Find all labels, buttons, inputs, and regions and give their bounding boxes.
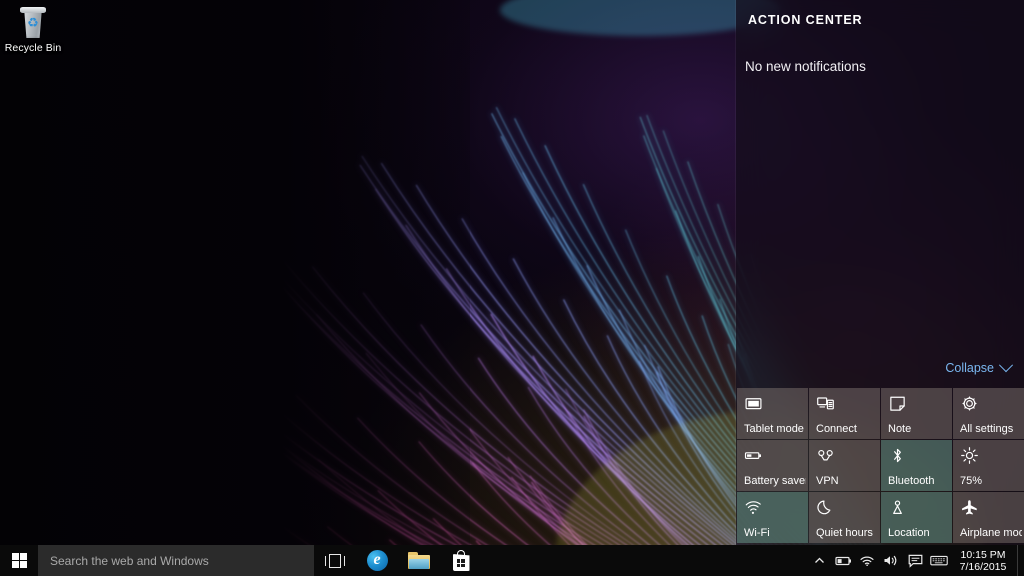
- connect-icon: [816, 394, 835, 413]
- location-icon: [888, 498, 907, 517]
- gear-icon: [960, 394, 979, 413]
- wallpaper-dark-left: [0, 0, 470, 576]
- quick-action-bluetooth[interactable]: Bluetooth: [881, 440, 952, 491]
- quick-action-75[interactable]: 75%: [953, 440, 1024, 491]
- taskbar-app-edge[interactable]: e: [356, 545, 398, 576]
- quick-action-label: All settings: [960, 423, 1014, 435]
- quick-action-label: Note: [888, 423, 912, 435]
- quick-actions-grid: Tablet mode Connect Note All settings Batter…: [736, 388, 1024, 543]
- quick-action-label: Battery saver: [744, 475, 806, 487]
- clock-date: 7/16/2015: [959, 560, 1007, 573]
- quick-action-label: VPN: [816, 475, 839, 487]
- action-center-panel: ACTION CENTER No new notifications Colla…: [736, 0, 1024, 545]
- action-center-icon[interactable]: [903, 545, 927, 576]
- vpn-icon: [816, 446, 835, 465]
- airplane-icon: [960, 498, 979, 517]
- wifi-icon: [744, 498, 763, 517]
- clock-time: 10:15 PM: [960, 548, 1006, 561]
- show-hidden-icons-button[interactable]: [807, 545, 831, 576]
- quick-action-quiet-hours[interactable]: Quiet hours: [809, 492, 880, 543]
- battery-tray-icon[interactable]: [831, 545, 855, 576]
- action-center-title: ACTION CENTER: [748, 13, 863, 27]
- tablet-mode-icon: [744, 394, 763, 413]
- desktop-screen: ♻ Recycle Bin ACTION CENTER No new notif…: [0, 0, 1024, 576]
- quick-action-label: Tablet mode: [744, 423, 804, 435]
- collapse-label: Collapse: [945, 361, 994, 375]
- show-desktop-button[interactable]: [1017, 545, 1024, 576]
- system-tray: 10:15 PM 7/16/2015: [807, 545, 1024, 576]
- moon-icon: [816, 498, 835, 517]
- task-view-button[interactable]: [314, 545, 356, 576]
- quick-action-all-settings[interactable]: All settings: [953, 388, 1024, 439]
- quick-action-label: Connect: [816, 423, 857, 435]
- keyboard-icon[interactable]: [927, 545, 951, 576]
- taskbar: Search the web and Windows e 10:15 PM 7/…: [0, 545, 1024, 576]
- desktop-icon-recycle-bin[interactable]: ♻ Recycle Bin: [4, 4, 62, 54]
- quick-action-battery-saver[interactable]: Battery saver: [737, 440, 808, 491]
- brightness-icon: [960, 446, 979, 465]
- task-view-icon: [325, 553, 345, 568]
- quick-action-label: Bluetooth: [888, 475, 935, 487]
- quick-action-connect[interactable]: Connect: [809, 388, 880, 439]
- quick-action-label: Wi-Fi: [744, 527, 770, 539]
- chevron-down-icon: [998, 358, 1014, 373]
- speaker-icon[interactable]: [879, 545, 903, 576]
- quick-action-tablet-mode[interactable]: Tablet mode: [737, 388, 808, 439]
- quick-action-vpn[interactable]: VPN: [809, 440, 880, 491]
- quick-action-note[interactable]: Note: [881, 388, 952, 439]
- quick-action-label: Location: [888, 527, 930, 539]
- taskbar-clock[interactable]: 10:15 PM 7/16/2015: [951, 545, 1017, 576]
- search-placeholder: Search the web and Windows: [50, 553, 209, 568]
- windows-logo-icon: [11, 553, 27, 569]
- quick-action-label: Airplane mode: [960, 527, 1022, 539]
- quick-action-wi-fi[interactable]: Wi-Fi: [737, 492, 808, 543]
- search-input[interactable]: Search the web and Windows: [38, 545, 314, 576]
- folder-icon: [408, 552, 430, 569]
- collapse-button[interactable]: Collapse: [945, 358, 1014, 375]
- recycle-bin-icon: ♻: [16, 6, 50, 40]
- edge-icon: e: [366, 550, 388, 571]
- start-button[interactable]: [0, 545, 38, 576]
- quick-action-location[interactable]: Location: [881, 492, 952, 543]
- desktop-icon-label: Recycle Bin: [4, 42, 62, 54]
- quick-action-label: Quiet hours: [816, 527, 873, 539]
- bluetooth-icon: [888, 446, 907, 465]
- quick-action-airplane-mode[interactable]: Airplane mode: [953, 492, 1024, 543]
- store-icon: [452, 550, 471, 571]
- wifi-tray-icon[interactable]: [855, 545, 879, 576]
- taskbar-app-file-explorer[interactable]: [398, 545, 440, 576]
- note-icon: [888, 394, 907, 413]
- action-center-empty-state: No new notifications: [745, 59, 866, 74]
- battery-icon: [744, 446, 763, 465]
- quick-action-label: 75%: [960, 475, 983, 487]
- taskbar-app-store[interactable]: [440, 545, 482, 576]
